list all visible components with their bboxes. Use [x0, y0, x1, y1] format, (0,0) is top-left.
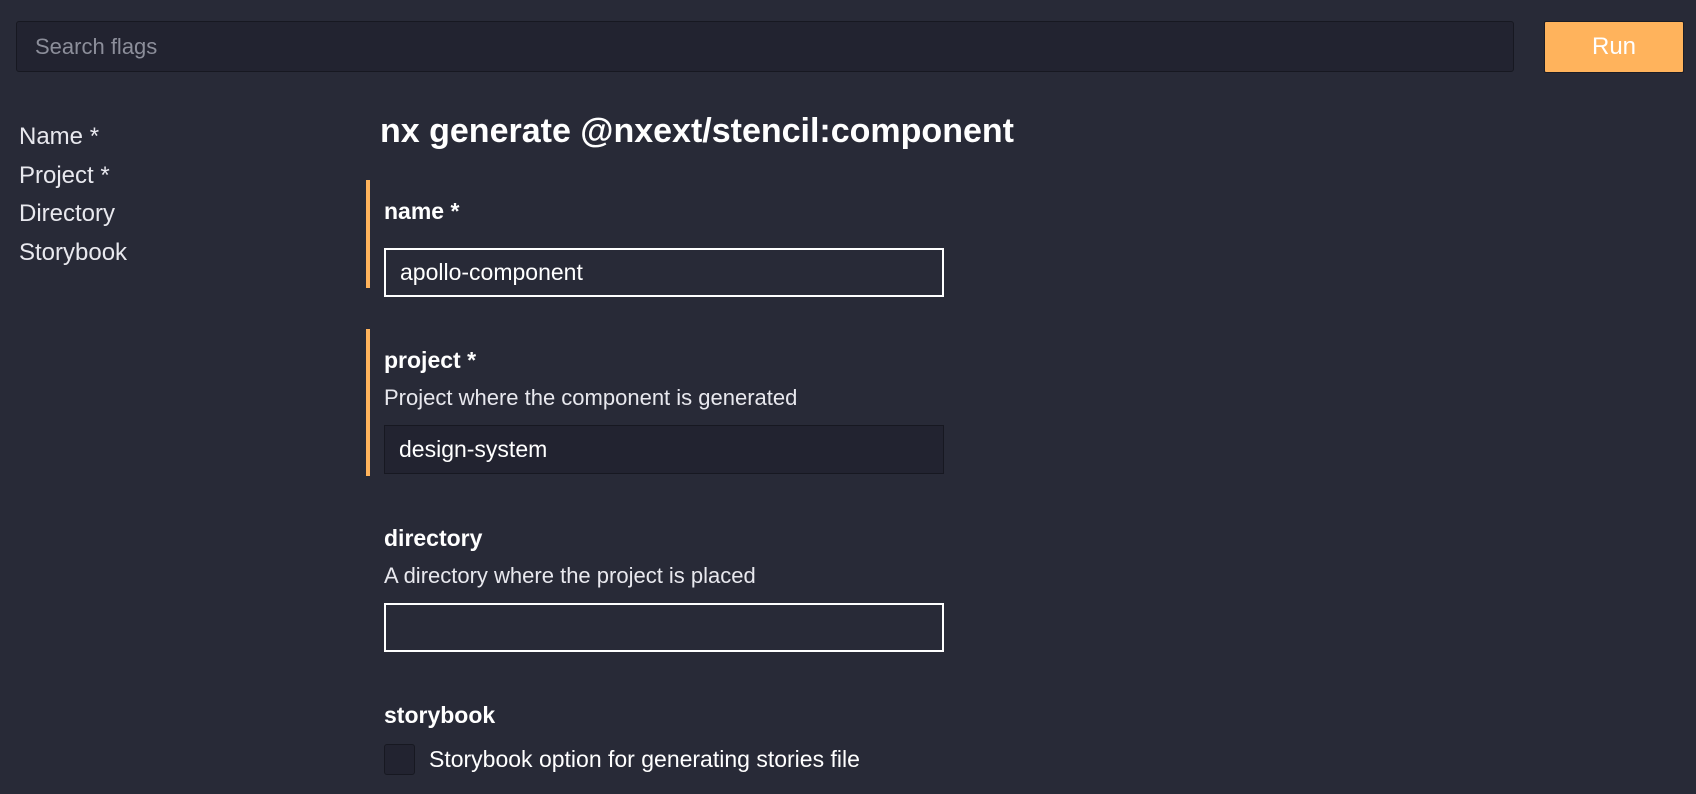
project-input[interactable]: [384, 425, 944, 474]
top-bar: Run: [0, 0, 1696, 96]
field-name: name *: [366, 180, 966, 297]
field-directory-label: directory: [384, 525, 483, 551]
field-storybook-label: storybook: [384, 702, 496, 728]
field-project: project * Project where the component is…: [366, 329, 966, 476]
field-project-label: project *: [384, 347, 477, 373]
search-input[interactable]: [16, 21, 1514, 72]
name-input[interactable]: [384, 248, 944, 297]
storybook-checkbox-label[interactable]: Storybook option for generating stories …: [429, 746, 860, 773]
storybook-checkbox[interactable]: [384, 744, 415, 775]
field-project-description: Project where the component is generated: [384, 385, 798, 410]
field-directory: directory A directory where the project …: [366, 507, 966, 657]
sidebar-item-name[interactable]: Name *: [19, 118, 319, 157]
field-name-label: name *: [384, 198, 460, 224]
storybook-option: Storybook option for generating stories …: [384, 744, 966, 775]
sidebar-item-project[interactable]: Project *: [19, 157, 319, 196]
field-directory-description: A directory where the project is placed: [384, 563, 756, 588]
directory-input[interactable]: [384, 603, 944, 652]
sidebar-nav: Name * Project * Directory Storybook: [19, 118, 319, 272]
sidebar-item-directory[interactable]: Directory: [19, 195, 319, 234]
sidebar-item-storybook[interactable]: Storybook: [19, 234, 319, 273]
run-button[interactable]: Run: [1544, 21, 1684, 73]
page-title: nx generate @nxext/stencil:component: [380, 112, 1014, 150]
field-storybook: storybook Storybook option for generatin…: [366, 684, 966, 794]
